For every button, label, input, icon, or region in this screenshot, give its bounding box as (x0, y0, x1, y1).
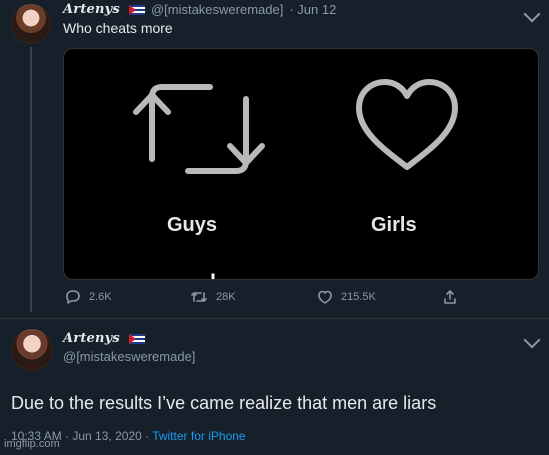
retweet-count: 28K (216, 291, 236, 303)
like-action[interactable]: 215.5K (317, 290, 376, 304)
media-card[interactable]: Guys Girls (63, 48, 539, 280)
like-icon (318, 290, 332, 304)
option-guys-label[interactable]: Guys (167, 214, 217, 237)
chevron-down-icon (523, 5, 541, 23)
handle[interactable]: @[mistakesweremade] (63, 349, 195, 364)
chevron-down-icon (523, 331, 541, 349)
display-name[interactable]: Artenys (63, 2, 120, 17)
tweet1-text: Who cheats more (63, 20, 173, 36)
watermark: imgflip.com (4, 438, 60, 450)
tweet-date[interactable]: · Jun 12 (289, 2, 336, 17)
hand-cursor-icon (206, 272, 220, 279)
share-action[interactable] (442, 289, 458, 305)
avatar[interactable] (11, 329, 53, 371)
flag-icon (128, 333, 145, 344)
more-menu-button[interactable] (523, 331, 541, 351)
reply-icon (66, 290, 80, 304)
handle[interactable]: @[mistakesweremade] (151, 2, 283, 17)
tweet2-source-link[interactable]: Twitter for iPhone (152, 429, 245, 443)
tweet1-header: Artenys @[mistakesweremade] · Jun 12 (63, 2, 336, 17)
more-menu-button[interactable] (523, 5, 541, 25)
display-name[interactable]: Artenys (63, 331, 120, 346)
retweet-icon (133, 84, 265, 174)
thread-line (30, 47, 32, 312)
heart-icon (356, 79, 458, 170)
flag-icon (128, 4, 145, 15)
tweet2-header: Artenys @[mistakesweremade] (63, 331, 195, 364)
retweet-action[interactable]: 28K (190, 290, 236, 304)
reply-action[interactable]: 2.6K (65, 290, 112, 304)
like-count: 215.5K (341, 291, 376, 303)
avatar[interactable] (11, 4, 51, 44)
tweet2-text: Due to the results I’ve came realize tha… (11, 393, 437, 413)
option-girls-label[interactable]: Girls (371, 214, 417, 237)
tweet-divider (0, 318, 549, 319)
retweet-small-icon (191, 292, 207, 302)
share-icon (444, 290, 456, 304)
reply-count: 2.6K (89, 291, 112, 303)
